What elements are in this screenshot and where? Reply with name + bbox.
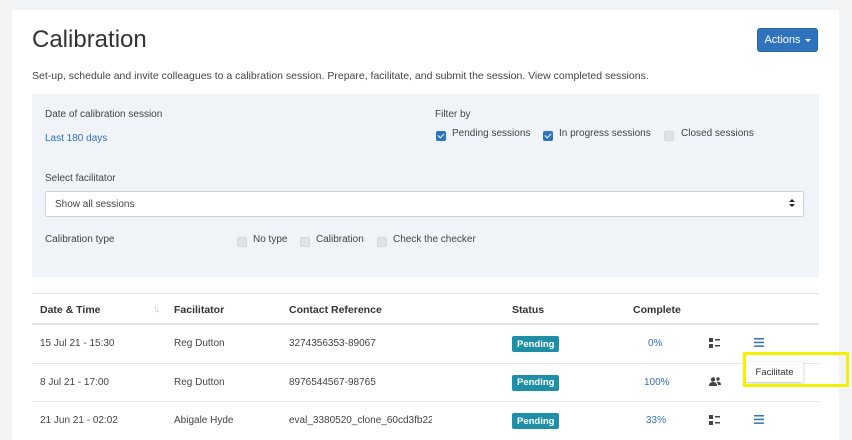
status-badge: Pending bbox=[512, 336, 560, 352]
grid-list-icon[interactable] bbox=[709, 338, 720, 348]
row-contact-reference: 3274356353-89067 bbox=[289, 338, 376, 349]
row-facilitator: Reg Dutton bbox=[174, 376, 225, 388]
status-badge: Pending bbox=[512, 413, 560, 429]
calibration-option-label: Calibration bbox=[316, 234, 364, 245]
date-label: Date of calibration session bbox=[45, 109, 163, 120]
menu-icon[interactable] bbox=[754, 415, 764, 424]
no-type-checkbox[interactable] bbox=[237, 237, 247, 247]
row-complete[interactable]: 100% bbox=[644, 377, 670, 388]
people-icon[interactable] bbox=[709, 376, 721, 387]
actions-button[interactable]: Actions bbox=[757, 28, 818, 52]
table-row: 8 Jul 21 - 17:00 Reg Dutton 8976544567-9… bbox=[32, 364, 819, 402]
row-complete[interactable]: 0% bbox=[648, 338, 662, 349]
row-complete[interactable]: 33% bbox=[646, 415, 666, 426]
select-arrows-icon bbox=[789, 199, 795, 209]
facilitator-select[interactable]: Show all sessions bbox=[45, 191, 804, 217]
table-row: 21 Jun 21 - 02:02 Abigale Hyde eval_3380… bbox=[32, 402, 819, 440]
highlight-box bbox=[743, 352, 849, 387]
header-facilitator: Facilitator bbox=[174, 304, 225, 316]
table-row: 15 Jul 21 - 15:30 Reg Dutton 3274356353-… bbox=[32, 325, 819, 364]
closed-sessions-checkbox[interactable] bbox=[664, 131, 674, 141]
filter-panel: Date of calibration session Last 180 day… bbox=[32, 94, 819, 277]
calibration-card: Calibration Actions Set-up, schedule and… bbox=[12, 10, 839, 440]
table-header: Date & Time ↑↓ Facilitator Contact Refer… bbox=[32, 293, 819, 325]
facilitator-label: Select facilitator bbox=[45, 173, 116, 184]
status-badge: Pending bbox=[512, 374, 560, 391]
row-datetime: 8 Jul 21 - 17:00 bbox=[40, 376, 109, 388]
caret-down-icon bbox=[804, 39, 811, 42]
facilitator-select-value: Show all sessions bbox=[55, 198, 135, 210]
row-facilitator: Abigale Hyde bbox=[174, 415, 234, 426]
date-range-link[interactable]: Last 180 days bbox=[45, 133, 107, 144]
actions-label: Actions bbox=[764, 34, 801, 46]
page-title: Calibration bbox=[32, 26, 147, 53]
row-datetime: 21 Jun 21 - 02:02 bbox=[40, 415, 118, 426]
grid-list-icon[interactable] bbox=[709, 415, 720, 425]
header-complete: Complete bbox=[633, 304, 681, 316]
page-description: Set-up, schedule and invite colleagues t… bbox=[32, 70, 649, 82]
closed-sessions-label: Closed sessions bbox=[681, 128, 754, 139]
sessions-table: Date & Time ↑↓ Facilitator Contact Refer… bbox=[32, 293, 819, 440]
in-progress-sessions-label: In progress sessions bbox=[559, 128, 651, 139]
header-date-time[interactable]: Date & Time bbox=[40, 304, 101, 316]
row-datetime: 15 Jul 21 - 15:30 bbox=[40, 338, 115, 349]
check-the-checker-checkbox[interactable] bbox=[377, 237, 387, 247]
row-facilitator: Reg Dutton bbox=[174, 338, 225, 349]
row-contact-reference: eval_3380520_clone_60cd3fb22 bbox=[289, 415, 432, 426]
header-contact-reference: Contact Reference bbox=[289, 304, 382, 316]
row-contact-reference: 8976544567-98765 bbox=[289, 376, 376, 388]
sort-icon[interactable]: ↑↓ bbox=[153, 304, 160, 314]
filter-by-label: Filter by bbox=[435, 109, 471, 120]
pending-sessions-label: Pending sessions bbox=[452, 128, 531, 139]
calibration-checkbox[interactable] bbox=[300, 237, 310, 247]
header-status: Status bbox=[512, 304, 545, 316]
in-progress-sessions-checkbox[interactable] bbox=[543, 131, 553, 141]
check-the-checker-label: Check the checker bbox=[393, 234, 476, 245]
calibration-type-label: Calibration type bbox=[45, 234, 115, 245]
menu-icon[interactable] bbox=[754, 338, 764, 347]
pending-sessions-checkbox[interactable] bbox=[436, 131, 446, 141]
no-type-label: No type bbox=[253, 234, 288, 245]
